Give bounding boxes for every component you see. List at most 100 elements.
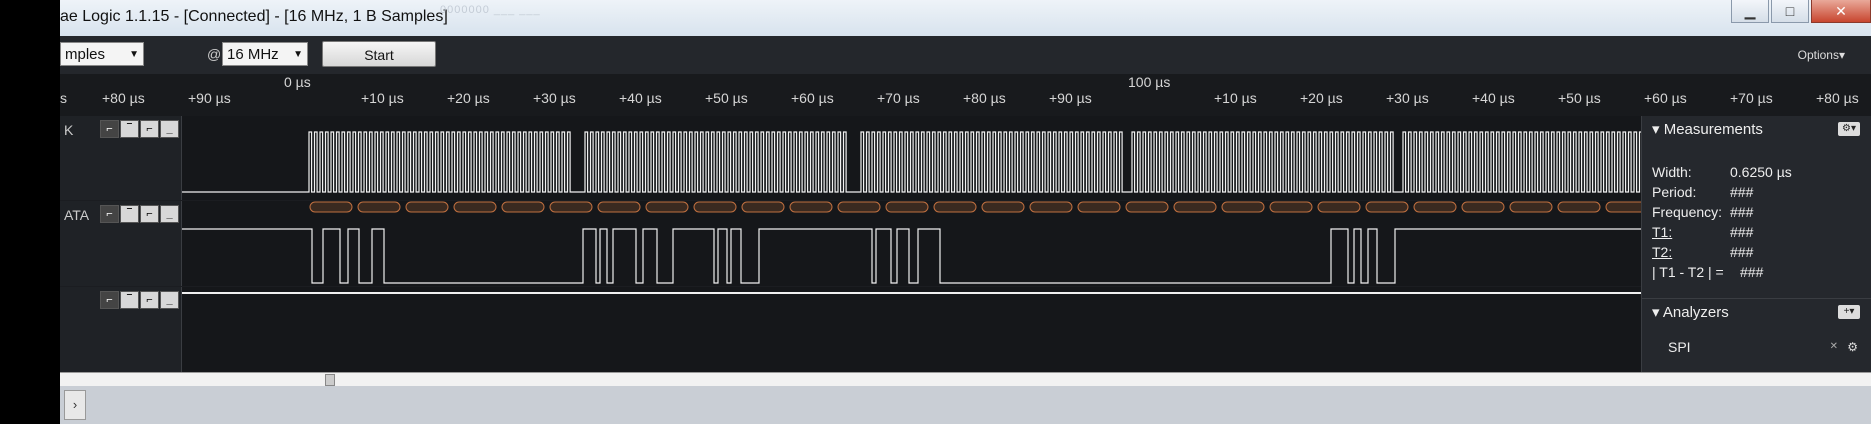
decode-bubble (1125, 201, 1169, 213)
chevron-down-icon: ▼ (293, 49, 303, 60)
decode-bubble (1269, 201, 1313, 213)
rising-edge-trigger-icon[interactable]: ⌐ (100, 205, 119, 223)
decode-bubble (1221, 201, 1265, 213)
gear-icon[interactable]: ⚙▾ (1838, 122, 1860, 136)
options-menu[interactable]: Options▾ (1798, 48, 1845, 62)
time-ruler: s +80 µs +90 µs 0 µs +10 µs +20 µs +30 µ… (60, 74, 1871, 116)
decode-bubble (789, 201, 833, 213)
add-analyzer-icon[interactable]: +▾ (1838, 305, 1860, 319)
trigger-buttons: ⌐ ‾ ⌐ _ (100, 205, 179, 223)
measurement-row: T1: ### (1642, 224, 1871, 244)
decode-bubble (405, 201, 449, 213)
expand-triangle-icon: ▾ (1652, 304, 1663, 321)
ruler-tick: +20 µs (447, 90, 490, 106)
expand-panel-button[interactable]: › (64, 390, 86, 420)
flat-waveform (182, 292, 1641, 294)
measurement-value: ### (1730, 204, 1754, 220)
measurement-key[interactable]: T1: (1652, 224, 1672, 240)
channel-name: K (64, 122, 74, 138)
measurement-row: Period: ### (1642, 184, 1871, 204)
high-level-trigger-icon[interactable]: ‾ (120, 120, 139, 138)
data-line-path (182, 228, 1641, 284)
decode-bubble (1605, 201, 1641, 213)
ruler-tick: +60 µs (791, 90, 834, 106)
measurement-value: ### (1730, 184, 1754, 200)
low-level-trigger-icon[interactable]: _ (160, 120, 179, 138)
capture-toolbar: mples ▼ @ 16 MHz ▼ Start Options▾ (60, 36, 1871, 74)
decode-bubble (549, 201, 593, 213)
logic-window: ae Logic 1.1.15 - [Connected] - [16 MHz,… (60, 0, 1871, 424)
ruler-zero-label: 0 µs (284, 74, 311, 90)
background-window-ghost-text: 0000000 ___ ___ (440, 4, 541, 16)
measurement-value: ### (1730, 244, 1754, 260)
ruler-tick: +40 µs (619, 90, 662, 106)
analyzers-header[interactable]: ▾ Analyzers +▾ (1642, 298, 1871, 327)
ruler-tick: +80 µs (1816, 90, 1859, 106)
scrollbar-thumb[interactable] (325, 374, 335, 386)
high-level-trigger-icon[interactable]: ‾ (120, 205, 139, 223)
title-bar: ae Logic 1.1.15 - [Connected] - [16 MHz,… (60, 0, 1871, 36)
samples-select[interactable]: mples ▼ (60, 42, 144, 66)
measurement-key: | T1 - T2 | = (1652, 264, 1724, 280)
decode-bubble (1509, 201, 1553, 213)
high-level-trigger-icon[interactable]: ‾ (120, 291, 139, 309)
ruler-tick: +30 µs (533, 90, 576, 106)
sample-rate-value: 16 MHz (227, 46, 279, 63)
channel-name: ATA (64, 207, 90, 223)
window-controls: ▁ □ ✕ (1729, 0, 1871, 26)
close-icon: ✕ (1835, 2, 1847, 19)
ruler-tick: +70 µs (1730, 90, 1773, 106)
channel-label-data[interactable]: ATA ⌐ ‾ ⌐ _ (60, 201, 182, 286)
samples-value: mples (65, 46, 106, 63)
measurements-header[interactable]: ▾ Measurements ⚙▾ (1642, 116, 1871, 144)
maximize-button[interactable]: □ (1771, 0, 1809, 23)
rising-edge-trigger-icon[interactable]: ⌐ (100, 291, 119, 309)
falling-edge-trigger-icon[interactable]: ⌐ (140, 205, 159, 223)
trigger-buttons: ⌐ ‾ ⌐ _ (100, 120, 179, 138)
analyzer-item[interactable]: SPI ✕ ⚙ (1642, 339, 1871, 361)
sample-rate-select[interactable]: 16 MHz ▼ (222, 42, 308, 66)
channel-label-3[interactable]: ⌐ ‾ ⌐ _ (60, 287, 182, 372)
ruler-tick: +90 µs (188, 90, 231, 106)
measurement-key: Frequency: (1652, 204, 1723, 220)
minimize-button[interactable]: ▁ (1731, 0, 1769, 23)
ruler-tick: +30 µs (1386, 90, 1429, 106)
ruler-tick: +10 µs (361, 90, 404, 106)
measurement-row: Frequency: ### (1642, 204, 1871, 224)
decode-bubble (597, 201, 641, 213)
channel-3-trace[interactable] (182, 287, 1641, 372)
decode-bubble (645, 201, 689, 213)
decode-bubble (837, 201, 881, 213)
measurement-value: ### (1730, 224, 1754, 240)
ruler-tick: +80 µs (963, 90, 1006, 106)
window-title: ae Logic 1.1.15 - [Connected] - [16 MHz,… (60, 8, 448, 25)
ruler-tick: +20 µs (1300, 90, 1343, 106)
data-trace[interactable] (182, 201, 1641, 286)
rising-edge-trigger-icon[interactable]: ⌐ (100, 120, 119, 138)
close-icon[interactable]: ✕ (1830, 341, 1838, 352)
channel-label-clock[interactable]: K ⌐ ‾ ⌐ _ (60, 116, 182, 200)
at-label: @ (207, 46, 222, 62)
falling-edge-trigger-icon[interactable]: ⌐ (140, 291, 159, 309)
horizontal-scrollbar[interactable] (60, 372, 1871, 387)
decode-bubble (741, 201, 785, 213)
close-button[interactable]: ✕ (1811, 0, 1871, 23)
decode-bubble (1365, 201, 1409, 213)
falling-edge-trigger-icon[interactable]: ⌐ (140, 120, 159, 138)
measurements-title: Measurements (1663, 121, 1763, 138)
decode-bubble (357, 201, 401, 213)
low-level-trigger-icon[interactable]: _ (160, 205, 179, 223)
desktop-left-edge (0, 0, 60, 424)
expand-triangle-icon: ▾ (1652, 121, 1664, 138)
ruler-edge-label: s (60, 90, 67, 106)
analyzers-title: Analyzers (1662, 304, 1729, 321)
measurement-row: | T1 - T2 | = ### (1642, 264, 1871, 284)
decode-bubble (981, 201, 1025, 213)
measurement-key[interactable]: T2: (1652, 244, 1672, 260)
low-level-trigger-icon[interactable]: _ (160, 291, 179, 309)
gear-icon[interactable]: ⚙ (1847, 340, 1858, 354)
start-button[interactable]: Start (322, 41, 436, 67)
decode-bubble (1173, 201, 1217, 213)
clock-trace[interactable] (182, 116, 1641, 200)
decode-bubble (885, 201, 929, 213)
